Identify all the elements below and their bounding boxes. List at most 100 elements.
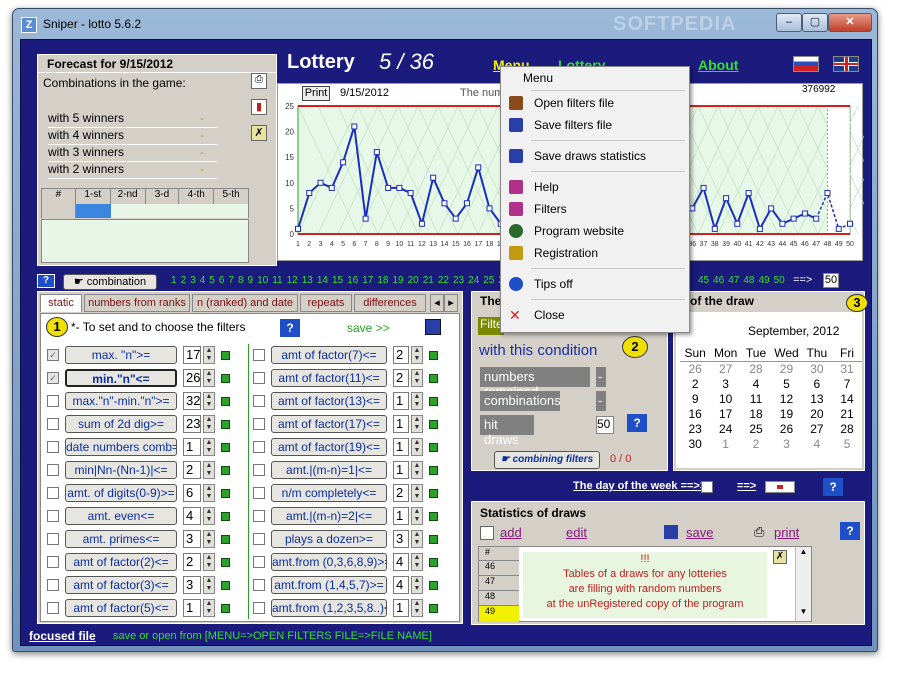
close-button[interactable]: ✕ xyxy=(828,13,872,32)
data-point[interactable] xyxy=(779,220,786,227)
menu-item[interactable]: Registration xyxy=(501,242,689,264)
strip-number[interactable]: 5 xyxy=(209,275,215,286)
menu-item[interactable]: Save filters file xyxy=(501,114,689,136)
calendar-day[interactable]: 26 xyxy=(771,421,802,436)
menu-item[interactable]: ✕ Close xyxy=(501,304,689,326)
spin-button[interactable]: ▲ ▼ xyxy=(203,507,215,525)
filter-value-input[interactable]: 1 xyxy=(393,415,409,433)
filter-button[interactable]: amt of factor(7)<= xyxy=(271,346,387,364)
title-bar[interactable]: Z Sniper - lotto 5.6.2 SOFTPEDIA – ▢ ✕ xyxy=(13,9,877,39)
filter-button[interactable]: amt.from (0,3,6,8,9)>= xyxy=(271,553,387,571)
filter-button[interactable]: amt. even<= xyxy=(65,507,177,525)
calendar-day[interactable]: 16 xyxy=(680,406,710,421)
filter-checkbox[interactable] xyxy=(253,579,265,591)
strip-number[interactable]: 4 xyxy=(200,275,206,286)
calendar-day[interactable]: 26 xyxy=(680,361,710,376)
help-icon[interactable]: ? xyxy=(823,478,843,496)
weekday-slider[interactable] xyxy=(765,481,795,493)
strip-number[interactable]: 47 xyxy=(728,275,739,286)
uk-flag-icon[interactable] xyxy=(833,56,859,72)
filter-checkbox[interactable] xyxy=(47,418,59,430)
calendar-day[interactable]: 17 xyxy=(710,406,741,421)
filter-value-input[interactable]: 2 xyxy=(393,484,409,502)
calendar-day[interactable]: 27 xyxy=(710,361,741,376)
filter-value-input[interactable]: 6 xyxy=(183,484,201,502)
calendar-day[interactable]: 7 xyxy=(832,376,862,391)
combination-button[interactable]: ☛ combination xyxy=(63,274,157,290)
filter-button[interactable]: max. "n">= xyxy=(65,346,177,364)
spin-button[interactable]: ▲ ▼ xyxy=(411,392,423,410)
data-point[interactable] xyxy=(295,225,301,232)
strip-number[interactable]: 18 xyxy=(377,275,388,286)
spin-button[interactable]: ▲ ▼ xyxy=(203,484,215,502)
filter-value-input[interactable]: 17 xyxy=(183,346,201,364)
focused-file-label[interactable]: focused file xyxy=(29,629,96,643)
spin-button[interactable]: ▲ ▼ xyxy=(411,484,423,502)
calendar-day[interactable]: 28 xyxy=(832,421,862,436)
data-point[interactable] xyxy=(418,220,425,227)
scrollbar[interactable]: ▲ ▼ xyxy=(795,547,811,621)
filter-checkbox[interactable] xyxy=(47,510,59,522)
combining-filters-button[interactable]: ☛ combining filters xyxy=(494,451,600,469)
filter-value-input[interactable]: 3 xyxy=(183,530,201,548)
filter-checkbox[interactable]: ✓ xyxy=(47,372,59,384)
calendar-day[interactable]: 24 xyxy=(710,421,741,436)
data-point[interactable] xyxy=(790,215,797,222)
data-point[interactable] xyxy=(385,184,392,191)
data-point[interactable] xyxy=(317,179,324,186)
tab-static[interactable]: static xyxy=(40,294,82,312)
filter-button[interactable]: min|Nn-(Nn-1)|<= xyxy=(65,461,177,479)
filter-value-input[interactable]: 4 xyxy=(393,576,409,594)
filter-button[interactable]: min."n"<= xyxy=(65,369,177,387)
filter-checkbox[interactable]: ✓ xyxy=(47,349,59,361)
help-icon[interactable]: ? xyxy=(627,414,647,432)
filter-button[interactable]: amt of factor(11)<= xyxy=(271,369,387,387)
bar-chart-icon[interactable]: ▮ xyxy=(251,99,267,115)
data-point[interactable] xyxy=(306,190,313,197)
filter-value-input[interactable]: 1 xyxy=(393,507,409,525)
strip-number[interactable]: 15 xyxy=(332,275,343,286)
filter-button[interactable]: amt of factor(17)<= xyxy=(271,415,387,433)
filter-button[interactable]: max."n"-min."n">= xyxy=(65,392,177,410)
calendar-day[interactable]: 23 xyxy=(680,421,710,436)
filter-checkbox[interactable] xyxy=(47,395,59,407)
calendar-day[interactable]: 12 xyxy=(771,391,802,406)
filter-checkbox[interactable] xyxy=(253,372,265,384)
strip-number[interactable]: 3 xyxy=(190,275,196,286)
filter-checkbox[interactable] xyxy=(253,464,265,476)
data-point[interactable] xyxy=(756,225,763,232)
calendar-day[interactable]: 14 xyxy=(832,391,862,406)
calendar-day[interactable]: 28 xyxy=(741,361,771,376)
tab-repeats[interactable]: repeats xyxy=(300,294,352,312)
filter-value-input[interactable]: 32 xyxy=(183,392,201,410)
calendar-day[interactable]: 20 xyxy=(802,406,832,421)
tab-numbers-from-ranks[interactable]: numbers from ranks xyxy=(84,294,190,312)
about-link[interactable]: About xyxy=(698,57,738,73)
filter-value-input[interactable]: 3 xyxy=(183,576,201,594)
strip-number[interactable]: 45 xyxy=(698,275,709,286)
selected-cell[interactable] xyxy=(75,204,111,218)
filter-value-input[interactable]: 2 xyxy=(393,346,409,364)
calendar-day[interactable]: 21 xyxy=(832,406,862,421)
filter-button[interactable]: n/m completely<= xyxy=(271,484,387,502)
spin-button[interactable]: ▲ ▼ xyxy=(411,369,423,387)
filter-checkbox[interactable] xyxy=(253,510,265,522)
menu-item[interactable]: Filters xyxy=(501,198,689,220)
strip-number[interactable]: 10 xyxy=(257,275,268,286)
data-point[interactable] xyxy=(475,164,482,171)
calendar-day[interactable]: 18 xyxy=(741,406,771,421)
filter-checkbox[interactable] xyxy=(253,487,265,499)
filter-checkbox[interactable] xyxy=(253,556,265,568)
strip-number[interactable]: 22 xyxy=(438,275,449,286)
printer-icon[interactable]: ⎙ xyxy=(251,73,267,89)
filter-value-input[interactable]: 26 xyxy=(183,369,201,387)
strip-number[interactable]: 14 xyxy=(317,275,328,286)
calendar-day[interactable]: 10 xyxy=(710,391,741,406)
data-point[interactable] xyxy=(813,215,820,222)
spin-button[interactable]: ▲ ▼ xyxy=(203,530,215,548)
filter-button[interactable]: plays a dozen>= xyxy=(271,530,387,548)
filter-button[interactable]: amt.from (1,4,5,7)>= xyxy=(271,576,387,594)
calendar-day[interactable]: 2 xyxy=(741,436,771,451)
calendar-day[interactable]: 5 xyxy=(771,376,802,391)
filter-button[interactable]: amt of factor(3)<= xyxy=(65,576,177,594)
